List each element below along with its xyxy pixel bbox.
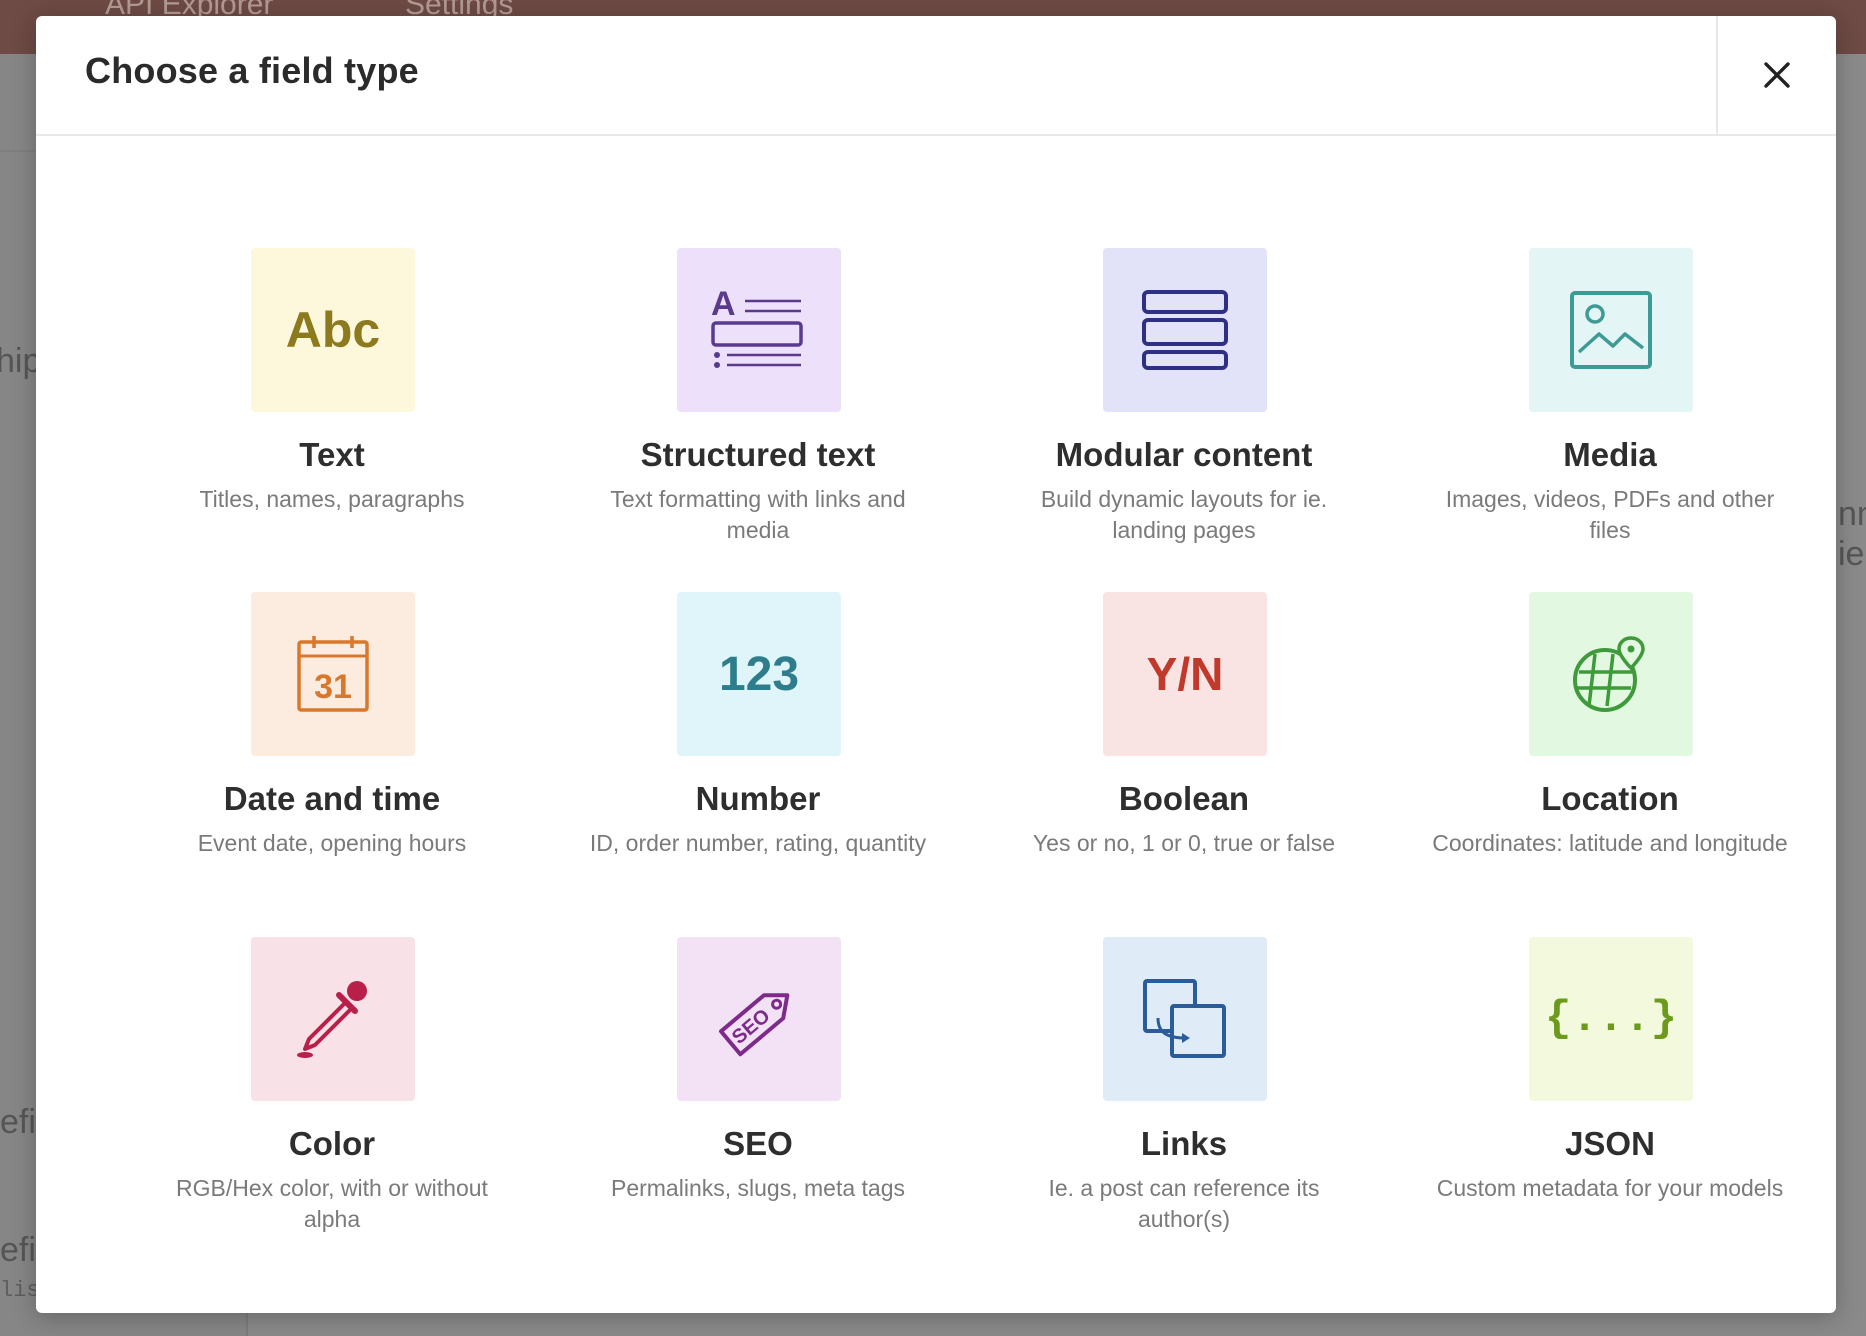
location-globe-icon	[1573, 636, 1645, 712]
close-icon	[1764, 62, 1790, 88]
field-type-title: SEO	[723, 1125, 793, 1162]
field-type-boolean[interactable]: Y/N Boolean Yes or no, 1 or 0, true or f…	[971, 592, 1397, 922]
field-type-links[interactable]: Links Ie. a post can reference its autho…	[971, 937, 1397, 1267]
field-type-number[interactable]: 123 Number ID, order number, rating, qua…	[545, 592, 971, 922]
field-type-description: ID, order number, rating, quantity	[589, 830, 927, 856]
field-type-title: Boolean	[1118, 780, 1250, 817]
field-type-title: Media	[1563, 436, 1657, 473]
field-type-title: Color	[288, 1125, 376, 1162]
bg-nav-settings: Settings	[405, 0, 513, 16]
field-type-description: RGB/Hex color, with or without alpha	[176, 1175, 488, 1232]
field-type-description: Build dynamic layouts for ie. landing pa…	[1040, 486, 1328, 543]
field-type-description: Text formatting with links and media	[610, 486, 906, 543]
field-type-description: Titles, names, paragraphs	[199, 486, 465, 512]
tile: A	[677, 248, 841, 412]
field-type-title: Text	[299, 436, 365, 473]
json-braces-icon: {...}	[1544, 994, 1678, 1044]
field-type-description: Coordinates: latitude and longitude	[1432, 830, 1788, 856]
tile	[1103, 937, 1267, 1101]
field-type-text[interactable]: Abc Text Titles, names, paragraphs	[119, 248, 545, 578]
close-button[interactable]	[1716, 16, 1836, 134]
seo-tag-label: SEO	[728, 1005, 775, 1049]
bg-fragment: lis	[0, 1278, 40, 1303]
calendar-day: 31	[314, 668, 352, 706]
field-type-seo[interactable]: SEO SEO Permalinks, slugs, meta tags	[545, 937, 971, 1267]
calendar-icon: 31	[297, 636, 369, 712]
field-type-description: Images, videos, PDFs and other files	[1445, 486, 1775, 543]
bg-divider	[0, 150, 36, 152]
abc-icon: Abc	[285, 302, 381, 358]
image-icon	[1570, 291, 1652, 369]
field-type-title: Number	[695, 780, 821, 817]
color-picker-icon	[297, 981, 367, 1058]
field-type-location[interactable]: Location Coordinates: latitude and longi…	[1397, 592, 1823, 922]
field-type-description: Ie. a post can reference its author(s)	[1048, 1175, 1320, 1232]
field-type-modal: Choose a field type Abc Text Titles, nam…	[36, 16, 1836, 1313]
field-type-title: Location	[1541, 780, 1679, 817]
seo-tag-icon: SEO	[719, 993, 790, 1057]
tile: SEO	[677, 937, 841, 1101]
bg-fragment: iel	[1838, 535, 1866, 573]
modal-title: Choose a field type	[85, 50, 419, 91]
bg-fragment: efi	[0, 1231, 36, 1269]
field-type-description: Event date, opening hours	[197, 830, 467, 856]
field-type-title: Structured text	[640, 436, 876, 473]
tile	[251, 937, 415, 1101]
field-type-title: JSON	[1565, 1125, 1655, 1162]
field-type-media[interactable]: Media Images, videos, PDFs and other fil…	[1397, 248, 1823, 578]
field-type-title: Links	[1140, 1125, 1228, 1162]
modular-blocks-icon	[1142, 290, 1228, 370]
boolean-icon: Y/N	[1146, 648, 1224, 700]
svg-text:A: A	[711, 285, 736, 323]
field-type-title: Modular content	[1055, 436, 1313, 473]
field-type-description: Yes or no, 1 or 0, true or false	[1032, 830, 1336, 856]
field-type-title: Date and time	[223, 780, 441, 817]
structured-text-icon: A	[711, 285, 803, 368]
field-type-modular-content[interactable]: Modular content Build dynamic layouts fo…	[971, 248, 1397, 578]
number-icon: 123	[718, 647, 800, 701]
tile: Y/N	[1103, 592, 1267, 756]
bg-fragment: efi	[0, 1103, 36, 1141]
field-type-date-and-time[interactable]: 31 Date and time Event date, opening hou…	[119, 592, 545, 922]
field-type-color[interactable]: Color RGB/Hex color, with or without alp…	[119, 937, 545, 1267]
tile: 31	[251, 592, 415, 756]
tile: Abc	[251, 248, 415, 412]
field-type-json[interactable]: {...} JSON Custom metadata for your mode…	[1397, 937, 1823, 1267]
field-type-description: Custom metadata for your models	[1436, 1175, 1784, 1201]
field-type-structured-text[interactable]: A Structured text Text formatting with l…	[545, 248, 971, 578]
links-icon	[1143, 979, 1226, 1058]
tile: {...}	[1529, 937, 1693, 1101]
tile	[1529, 248, 1693, 412]
field-type-description: Permalinks, slugs, meta tags	[610, 1175, 905, 1201]
tile	[1103, 248, 1267, 412]
bg-fragment: nn	[1838, 495, 1866, 533]
tile: 123	[677, 592, 841, 756]
bg-nav-api-explorer: API Explorer	[105, 0, 273, 16]
modal-header: Choose a field type	[36, 16, 1836, 136]
tile	[1529, 592, 1693, 756]
